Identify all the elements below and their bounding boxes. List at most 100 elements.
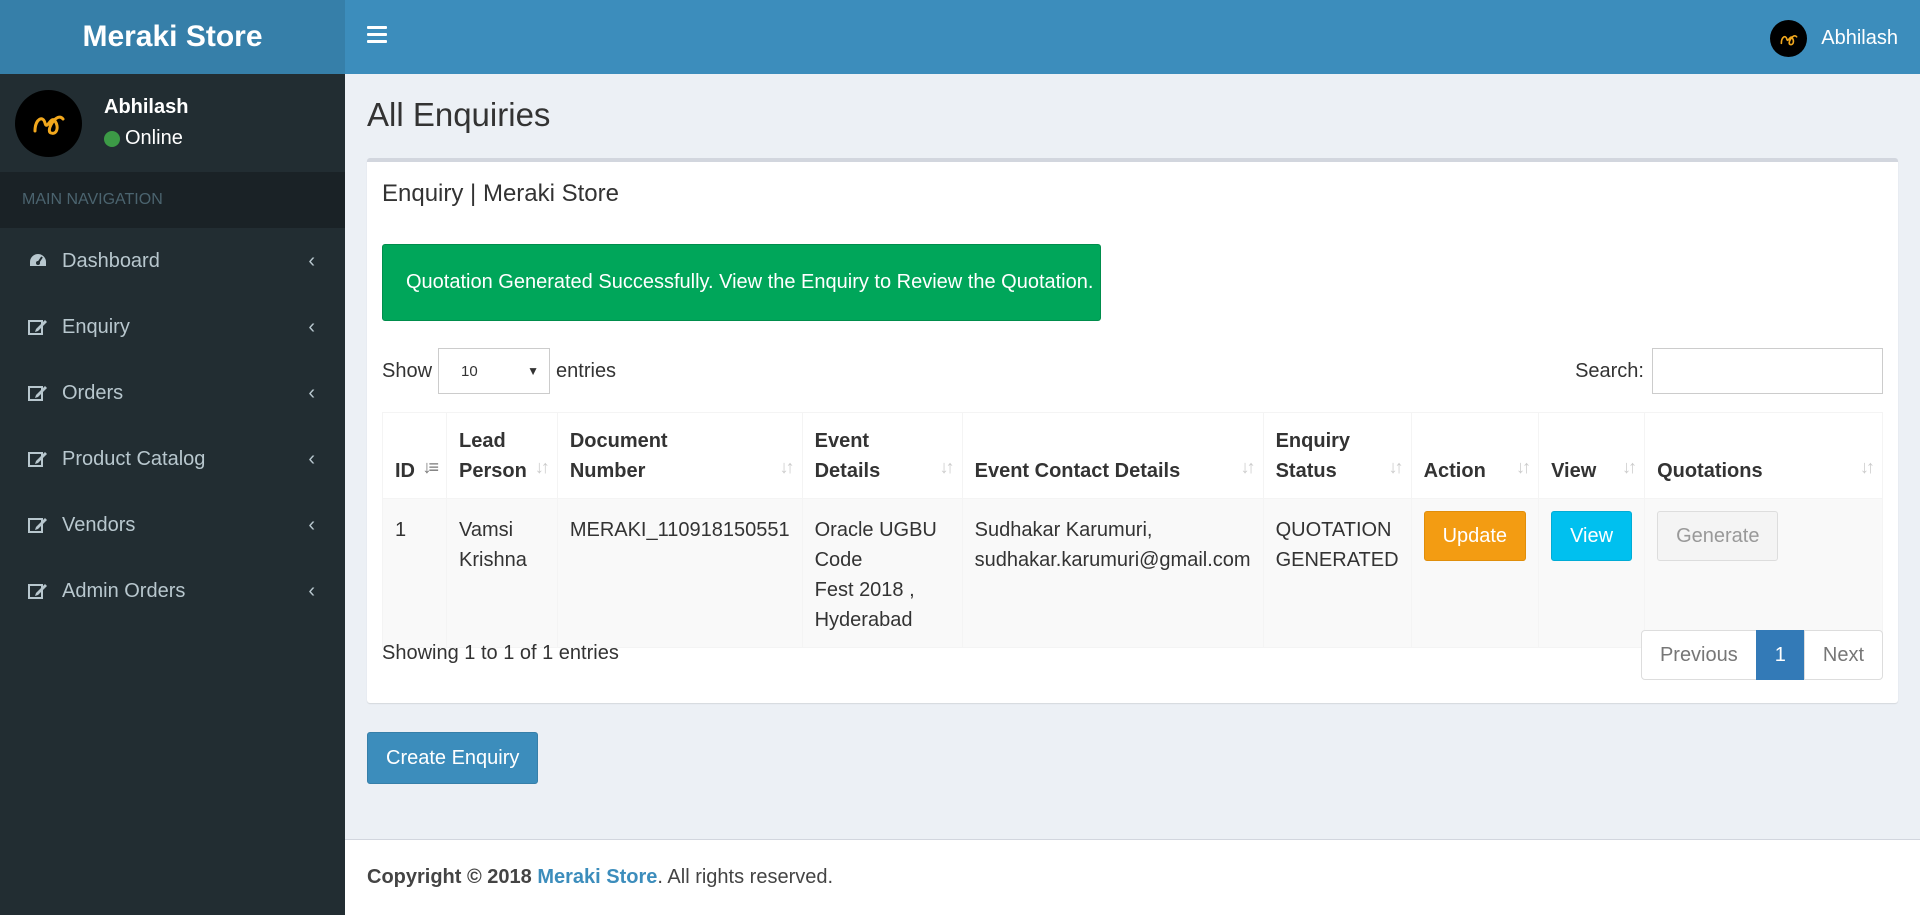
chevron-left-icon: ‹: [308, 447, 315, 470]
page-title: All Enquiries: [367, 96, 551, 133]
brand-logo[interactable]: Meraki Store: [0, 0, 345, 74]
header-label: ID: [395, 460, 415, 482]
sidebar-item-product-catalog[interactable]: Product Catalog ‹: [0, 426, 345, 492]
sidebar-item-enquiry[interactable]: Enquiry ‹: [0, 294, 345, 360]
brand-name: Meraki Store: [82, 20, 263, 53]
avatar: [1770, 20, 1808, 57]
page-length-control: Show 10 ▼ entries: [382, 348, 616, 394]
avatar: [15, 89, 82, 157]
header-label: Lead: [459, 430, 506, 452]
column-header-view[interactable]: View ↓↑: [1538, 412, 1646, 499]
search-label: Search:: [1575, 359, 1644, 382]
chevron-left-icon: ‹: [308, 579, 315, 602]
cell-quotations: Generate: [1644, 498, 1883, 648]
meraki-logo-icon: [33, 115, 64, 135]
header-label: Action: [1423, 460, 1486, 482]
header-label: Person: [459, 460, 527, 482]
sidebar-item-label: Admin Orders: [62, 579, 186, 602]
show-label: Show: [382, 359, 433, 382]
sort-icon: ↓↑: [1240, 457, 1256, 477]
cell-id: 1: [382, 498, 447, 648]
chevron-left-icon: ‹: [308, 381, 315, 404]
table-search: Search:: [1575, 348, 1883, 394]
column-header-lead-person[interactable]: Lead Person ↓↑: [446, 412, 558, 499]
user-status[interactable]: Online: [104, 127, 188, 150]
sort-icon: ↓↑: [1516, 457, 1531, 477]
sort-icon: ↓↑: [1388, 457, 1404, 477]
user-menu[interactable]: Abhilash: [1770, 20, 1898, 57]
cell-text: sudhakar.karumuri@gmail.com: [974, 549, 1251, 571]
cell-text: Hyderabad: [814, 609, 913, 631]
column-header-event-contact[interactable]: Event Contact Details ↓↑: [961, 412, 1264, 499]
cell-text: GENERATED: [1275, 549, 1399, 571]
header-label: Status: [1275, 460, 1337, 482]
edit-icon: [26, 316, 50, 338]
table-header-row: ID ↓≡ Lead Person ↓↑ Document Number ↓↑ …: [382, 412, 1883, 499]
header-label: Enquiry: [1275, 430, 1351, 452]
status-label: Online: [125, 127, 183, 149]
cell-text: Vamsi: [459, 519, 514, 541]
copyright-text: Copyright © 2018: [367, 866, 532, 888]
cell-document-number: MERAKI_110918150551: [556, 498, 803, 648]
cell-event-details: Oracle UGBU Code Fest 2018 , Hyderabad: [801, 498, 963, 648]
table-row: 1 Vamsi Krishna MERAKI_110918150551 Orac…: [382, 498, 1883, 648]
pagination: Previous 1 Next: [1640, 630, 1883, 680]
sidebar: Meraki Store Abhilash Online MAIN NAVIGA…: [0, 0, 345, 915]
cell-text: QUOTATION: [1275, 519, 1392, 541]
edit-icon: [26, 580, 50, 602]
online-status-icon: [104, 130, 120, 147]
nav-header: MAIN NAVIGATION: [0, 172, 345, 228]
sidebar-toggle-icon[interactable]: [367, 26, 387, 44]
sort-asc-icon: ↓≡: [422, 457, 438, 477]
page-length-select[interactable]: 10 ▼: [438, 348, 551, 394]
chevron-left-icon: ‹: [308, 513, 315, 536]
enquiry-table: ID ↓≡ Lead Person ↓↑ Document Number ↓↑ …: [382, 412, 1883, 648]
cell-text: Krishna: [459, 549, 527, 571]
view-button[interactable]: View: [1551, 511, 1633, 561]
search-input[interactable]: [1652, 348, 1883, 394]
sidebar-item-vendors[interactable]: Vendors ‹: [0, 492, 345, 558]
sidebar-item-admin-orders[interactable]: Admin Orders ‹: [0, 558, 345, 624]
cell-text: Fest 2018 ,: [814, 579, 915, 601]
chevron-left-icon: ‹: [308, 315, 315, 338]
dashboard-icon: [26, 250, 50, 272]
column-header-id[interactable]: ID ↓≡: [382, 412, 447, 499]
update-button[interactable]: Update: [1423, 511, 1527, 561]
cell-lead-person: Vamsi Krishna: [446, 498, 558, 648]
create-enquiry-button[interactable]: Create Enquiry: [367, 732, 539, 784]
header-label: Event Contact Details: [974, 460, 1181, 482]
sort-icon: ↓↑: [939, 457, 955, 477]
chevron-left-icon: ‹: [308, 249, 315, 272]
user-name: Abhilash: [104, 96, 189, 118]
column-header-quotations[interactable]: Quotations ↓↑: [1644, 412, 1883, 499]
sidebar-item-dashboard[interactable]: Dashboard ‹: [0, 228, 345, 294]
top-navbar: Abhilash: [345, 0, 1920, 74]
column-header-enquiry-status[interactable]: Enquiry Status ↓↑: [1262, 412, 1412, 499]
cell-event-contact: Sudhakar Karumuri, sudhakar.karumuri@gma…: [961, 498, 1264, 648]
generate-button[interactable]: Generate: [1657, 511, 1779, 561]
cell-text: Oracle UGBU Code: [814, 519, 937, 571]
sidebar-item-label: Enquiry: [62, 315, 130, 338]
next-page-button[interactable]: Next: [1803, 630, 1883, 680]
user-panel: Abhilash Online: [0, 74, 345, 172]
page-1-button[interactable]: 1: [1755, 630, 1805, 680]
sidebar-item-label: Product Catalog: [62, 447, 206, 470]
dropdown-arrow-icon: ▼: [527, 364, 540, 378]
column-header-event-details[interactable]: Event Details ↓↑: [801, 412, 963, 499]
column-header-document-number[interactable]: Document Number ↓↑: [556, 412, 803, 499]
sidebar-item-label: Dashboard: [62, 249, 160, 272]
sidebar-item-orders[interactable]: Orders ‹: [0, 360, 345, 426]
rights-text: . All rights reserved.: [657, 866, 834, 888]
sort-icon: ↓↑: [779, 457, 795, 477]
alert-message: Quotation Generated Successfully. View t…: [406, 271, 1094, 293]
cell-action: Update: [1410, 498, 1540, 648]
header-label: Number: [569, 460, 646, 482]
enquiry-box: Enquiry | Meraki Store Quotation Generat…: [367, 158, 1898, 703]
previous-page-button[interactable]: Previous: [1640, 630, 1757, 680]
footer-brand-link[interactable]: Meraki Store: [537, 866, 657, 889]
sort-icon: ↓↑: [534, 457, 550, 477]
edit-icon: [26, 514, 50, 536]
header-label: Quotations: [1657, 460, 1763, 482]
user-menu-name: Abhilash: [1821, 27, 1898, 49]
column-header-action[interactable]: Action ↓↑: [1410, 412, 1540, 499]
